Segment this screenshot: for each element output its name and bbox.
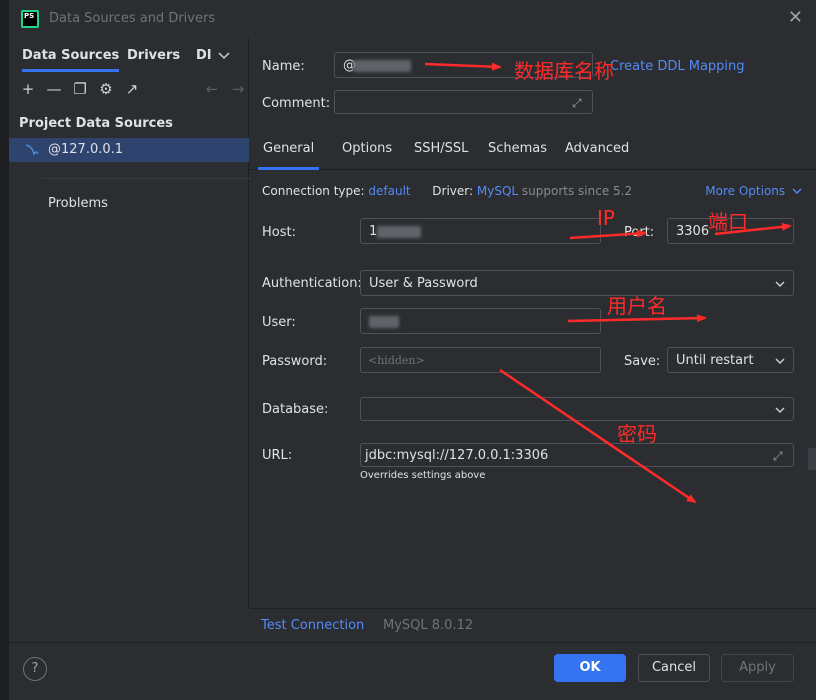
gear-icon[interactable]: ⚙ (97, 80, 115, 98)
ok-button[interactable]: OK (554, 654, 626, 682)
url-hint: Overrides settings above (360, 470, 486, 481)
password-field[interactable]: <hidden> (360, 347, 601, 373)
app-logo-text: PS (23, 12, 37, 26)
annotation-db-name: 数据库名称 (514, 59, 614, 83)
port-value: 3306 (676, 224, 710, 239)
annotation-user: 用户名 (607, 294, 667, 318)
annotation-ip: IP (597, 206, 615, 230)
data-source-item[interactable]: @127.0.0.1 (9, 138, 249, 162)
back-arrow-icon[interactable]: ← (203, 80, 221, 98)
problems-item[interactable]: Problems (48, 196, 108, 211)
connection-type-link[interactable]: default (368, 184, 410, 198)
tab-truncated[interactable]: DI (196, 46, 212, 72)
host-field[interactable]: 1 (360, 218, 601, 244)
redacted-host (377, 226, 421, 238)
url-field[interactable]: jdbc:mysql://127.0.0.1:3306 ⤢ (360, 443, 794, 467)
create-ddl-mapping-link[interactable]: Create DDL Mapping (610, 59, 745, 74)
background-edge (0, 0, 8, 700)
port-label: Port: (624, 225, 655, 240)
left-panel: Data Sources Drivers DI + — ❐ ⚙ ↗ ← → Pr… (9, 38, 262, 608)
mysql-version: MySQL 8.0.12 (383, 618, 474, 633)
redacted-name (353, 60, 411, 72)
dialog-window: PS Data Sources and Drivers ✕ Data Sourc… (8, 0, 816, 700)
window-title: Data Sources and Drivers (49, 11, 216, 26)
mysql-icon (25, 144, 39, 157)
save-value: Until restart (676, 353, 754, 368)
test-connection-link[interactable]: Test Connection (261, 618, 364, 633)
more-options-link[interactable]: More Options (705, 184, 802, 198)
add-icon[interactable]: + (19, 80, 37, 98)
tab-ssh-ssl[interactable]: SSH/SSL (414, 130, 468, 170)
chevron-down-icon (775, 281, 785, 287)
copy-icon[interactable]: ❐ (71, 80, 89, 98)
tab-schemas[interactable]: Schemas (488, 130, 547, 170)
database-select[interactable] (360, 397, 794, 421)
url-value: jdbc:mysql://127.0.0.1:3306 (365, 448, 549, 463)
right-panel: Name: @ Create DDL Mapping Comment: ⤢ Ge… (250, 38, 816, 608)
database-label: Database: (262, 402, 329, 417)
connection-bar: Test Connection MySQL 8.0.12 (250, 608, 816, 642)
redacted-user (369, 316, 399, 328)
form-tabs: General Options SSH/SSL Schemas Advanced (250, 130, 816, 170)
authentication-value: User & Password (369, 276, 478, 291)
comment-label: Comment: (262, 96, 331, 111)
left-tabs: Data Sources Drivers DI (9, 46, 249, 72)
password-placeholder: <hidden> (368, 354, 425, 367)
comment-field[interactable]: ⤢ (334, 90, 593, 114)
password-label: Password: (262, 354, 328, 369)
close-icon[interactable]: ✕ (788, 9, 803, 27)
remove-icon[interactable]: — (45, 80, 63, 98)
tab-advanced[interactable]: Advanced (565, 130, 629, 170)
cancel-button[interactable]: Cancel (638, 654, 710, 682)
left-divider (42, 178, 262, 179)
tab-drivers[interactable]: Drivers (127, 46, 180, 72)
left-toolbar: + — ❐ ⚙ ↗ ← → (19, 80, 247, 100)
name-label: Name: (262, 59, 305, 74)
forward-arrow-icon[interactable]: → (229, 80, 247, 98)
connection-type-label: Connection type: (262, 184, 365, 198)
tab-general[interactable]: General (258, 130, 320, 170)
chevron-down-icon (792, 188, 802, 194)
more-options-label: More Options (705, 184, 786, 198)
annotation-password: 密码 (617, 422, 657, 446)
expand-icon[interactable]: ⤢ (572, 96, 586, 110)
save-select[interactable]: Until restart (667, 347, 794, 373)
dialog-footer: ? OK Cancel Apply (9, 642, 816, 700)
save-label: Save: (624, 354, 661, 369)
expand-icon[interactable]: ⤢ (773, 449, 787, 463)
annotation-port: 端口 (708, 210, 748, 234)
user-field[interactable] (360, 308, 601, 334)
user-label: User: (262, 315, 296, 330)
chevron-down-icon[interactable] (218, 52, 230, 60)
tab-data-sources[interactable]: Data Sources (22, 46, 120, 72)
driver-label: Driver: (432, 184, 474, 198)
data-source-label: @127.0.0.1 (48, 142, 124, 157)
tab-options[interactable]: Options (342, 130, 392, 170)
authentication-label: Authentication: (262, 276, 362, 291)
driver-suffix: supports since 5.2 (521, 184, 633, 198)
help-button[interactable]: ? (23, 657, 47, 681)
scrollbar-stub (808, 448, 816, 470)
connection-info-row: Connection type: default Driver: MySQL s… (262, 184, 632, 198)
open-external-icon[interactable]: ↗ (123, 80, 141, 98)
chevron-down-icon (775, 407, 785, 413)
url-label: URL: (262, 448, 293, 463)
project-data-sources-heading: Project Data Sources (19, 116, 173, 131)
apply-button[interactable]: Apply (721, 654, 794, 682)
title-bar: PS Data Sources and Drivers ✕ (9, 0, 816, 38)
authentication-select[interactable]: User & Password (360, 270, 794, 296)
chevron-down-icon (775, 358, 785, 364)
host-label: Host: (262, 225, 296, 240)
app-logo-icon: PS (21, 10, 39, 28)
driver-link[interactable]: MySQL (477, 184, 518, 198)
